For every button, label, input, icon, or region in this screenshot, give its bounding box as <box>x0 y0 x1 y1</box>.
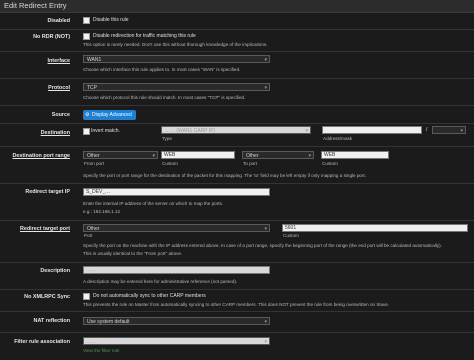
interface-value: WAN1 <box>87 57 102 63</box>
target-ip-label: Redirect target IP <box>25 189 70 195</box>
protocol-help: Choose which protocol this rule should m… <box>83 95 246 100</box>
chevron-down-icon: ▾ <box>264 319 267 325</box>
target-port-label: Redirect target port <box>19 226 70 232</box>
row-destination: Destination Invert match. …… (WAN1 CARP … <box>0 124 474 147</box>
to-port-input[interactable]: WEB <box>321 151 389 159</box>
chevron-down-icon: ▾ <box>152 153 155 159</box>
row-xmlrpc: No XMLRPC Sync Do not automatically sync… <box>0 290 474 312</box>
chevron-down-icon: ▾ <box>264 85 267 91</box>
target-port-help-2: This is usually identical to the "From p… <box>83 251 183 256</box>
target-custom-sub: Custom <box>283 233 299 238</box>
page-title: Edit Redirect Entry <box>4 1 67 10</box>
to-port-input-value: WEB <box>324 152 336 158</box>
target-ip-help-1: Enter the internal IP address of the ser… <box>83 201 224 206</box>
custom-sub-1: Custom <box>162 161 178 166</box>
nat-reflection-select[interactable]: Use system default ▾ <box>83 317 270 325</box>
disabled-label: Disabled <box>47 18 70 24</box>
xmlrpc-help: This prevents the rule on Master from au… <box>83 302 390 307</box>
dest-port-label: Destination port range <box>12 153 70 159</box>
nordr-text: Disable redirection for traffic matching… <box>93 33 196 39</box>
destination-type-select[interactable]: …… (WAN1 CARP IP) ▾ <box>161 126 311 134</box>
filter-assoc-value: …… <box>87 339 97 345</box>
from-port-select[interactable]: Other ▾ <box>83 151 158 159</box>
row-interface: Interface WAN1 ▾ Choose which interface … <box>0 52 474 79</box>
xmlrpc-label: No XMLRPC Sync <box>24 294 70 300</box>
description-label: Description <box>40 268 70 274</box>
target-port-select[interactable]: Other ▾ <box>83 224 270 232</box>
protocol-label: Protocol <box>48 85 70 91</box>
target-port-help-1: Specify the port on the machine with the… <box>83 243 442 248</box>
from-port-select-value: Other <box>87 153 100 159</box>
target-port-value: 5601 <box>285 225 297 231</box>
display-advanced-button[interactable]: ⚙ Display Advanced <box>83 110 136 120</box>
invert-text: Invert match. <box>91 128 120 134</box>
target-port-input[interactable]: 5601 <box>282 224 468 232</box>
chevron-down-icon: ▾ <box>264 57 267 63</box>
xmlrpc-text: Do not automatically sync to other CARP … <box>93 293 206 299</box>
destination-type-sub: Type <box>162 136 172 141</box>
row-disabled: Disabled Disable this rule <box>0 13 474 30</box>
destination-type-value: …… (WAN1 CARP IP) <box>165 128 216 134</box>
disabled-text: Disable this rule <box>93 17 129 23</box>
row-source: Source ⚙ Display Advanced <box>0 106 474 124</box>
interface-help: Choose which interface this rule applies… <box>83 67 241 72</box>
custom-sub-2: Custom <box>322 161 338 166</box>
interface-label: Interface <box>47 58 70 64</box>
nat-reflection-label: NAT reflection <box>33 318 70 324</box>
chevron-down-icon: ▾ <box>460 128 463 134</box>
row-nat-reflection: NAT reflection Use system default ▾ <box>0 312 474 333</box>
to-port-select-value: Other <box>246 153 259 159</box>
target-ip-input[interactable]: S_DEV_… <box>83 188 270 196</box>
row-target-port: Redirect target port Other ▾ 5601 Port C… <box>0 221 474 263</box>
filter-assoc-select[interactable]: …… ▾ <box>83 337 270 345</box>
target-port-select-value: Other <box>87 226 100 232</box>
xmlrpc-checkbox[interactable] <box>83 293 90 300</box>
target-ip-help-2: e.g.: 192.168.1.12 <box>83 209 121 214</box>
row-nordr: No RDR (NOT) Disable redirection for tra… <box>0 30 474 52</box>
target-port-sub: Port <box>84 233 93 238</box>
nordr-help: This option is rarely needed. Don't use … <box>83 42 268 47</box>
disabled-checkbox[interactable] <box>83 17 90 24</box>
source-label: Source <box>51 112 70 118</box>
dest-port-help: Specify the port or port range for the d… <box>83 173 367 178</box>
nordr-checkbox[interactable] <box>83 33 90 40</box>
protocol-select[interactable]: TCP ▾ <box>83 83 270 91</box>
row-filter-assoc: Filter rule association …… ▾ View the fi… <box>0 333 474 360</box>
chevron-down-icon: ▾ <box>308 153 311 159</box>
destination-slash: / <box>426 127 428 133</box>
destination-address-sub: Address/mask <box>323 136 353 141</box>
destination-mask-select[interactable]: ▾ <box>432 126 466 134</box>
from-port-input-value: WEB <box>164 152 176 158</box>
display-advanced-label: Display Advanced <box>92 112 132 118</box>
row-dest-port: Destination port range Other ▾ WEB Other… <box>0 147 474 184</box>
invert-checkbox[interactable] <box>83 128 90 135</box>
row-target-ip: Redirect target IP S_DEV_… Enter the int… <box>0 184 474 221</box>
nordr-label: No RDR (NOT) <box>33 34 70 40</box>
to-port-sub: To port <box>243 161 258 166</box>
protocol-value: TCP <box>87 85 97 91</box>
filter-assoc-label: Filter rule association <box>14 339 70 345</box>
row-description: Description …… A description may be ente… <box>0 263 474 290</box>
row-protocol: Protocol TCP ▾ Choose which protocol thi… <box>0 79 474 106</box>
description-input[interactable]: …… <box>83 266 270 274</box>
gear-icon: ⚙ <box>85 112 90 118</box>
from-port-sub: From port <box>84 161 104 166</box>
destination-label: Destination <box>40 130 70 136</box>
description-value: …… <box>86 267 96 273</box>
destination-address-input[interactable] <box>322 126 422 134</box>
from-port-input[interactable]: WEB <box>161 151 235 159</box>
description-help: A description may be entered here for ad… <box>83 279 238 284</box>
chevron-down-icon: ▾ <box>305 128 308 134</box>
view-filter-rule-link[interactable]: View the filter rule <box>83 348 119 353</box>
interface-select[interactable]: WAN1 ▾ <box>83 55 270 63</box>
nat-reflection-value: Use system default <box>87 319 130 325</box>
to-port-select[interactable]: Other ▾ <box>242 151 314 159</box>
chevron-down-icon: ▾ <box>264 339 267 345</box>
target-ip-value: S_DEV_… <box>86 189 111 195</box>
chevron-down-icon: ▾ <box>264 226 267 232</box>
window-titlebar: Edit Redirect Entry <box>0 0 474 13</box>
